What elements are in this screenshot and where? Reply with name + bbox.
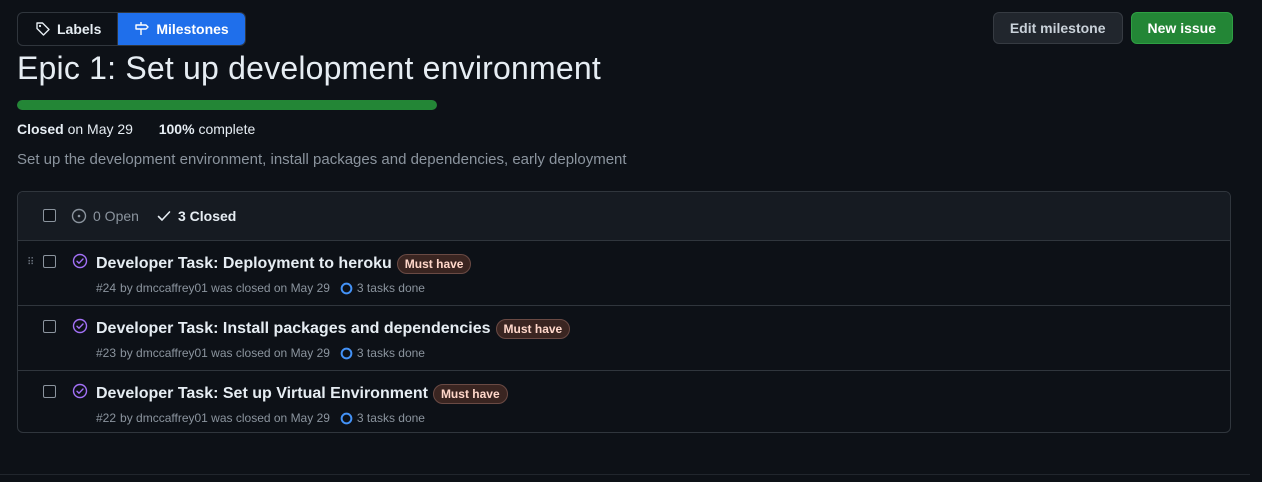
issue-tasks: 3 tasks done [340,281,425,295]
issue-author-line: by dmccaffrey01 was closed on May 29 [120,281,330,295]
issue-number: #22 [96,411,117,425]
issue-tasks-label: 3 tasks done [356,281,425,295]
progress-fill [17,100,437,110]
issue-number: #24 [96,281,117,295]
issue-author-line: by dmccaffrey01 was closed on May 29 [120,346,330,360]
action-buttons: Edit milestone New issue [992,12,1233,44]
closed-issues-filter[interactable]: 3 Closed [156,208,236,224]
issue-label-badge[interactable]: Must have [396,254,472,274]
issue-closed-icon [72,253,88,269]
milestone-complete-label: complete [198,121,256,137]
new-issue-button[interactable]: New issue [1130,12,1233,44]
issue-checkbox[interactable] [43,385,56,398]
issue-number: #23 [96,346,117,360]
check-icon [157,211,171,221]
issue-title-link[interactable]: Developer Task: Deployment to heroku Mus… [96,254,472,274]
labels-milestones-toggle: Labels Milestones [17,12,246,46]
open-issues-count: 0 Open [93,208,139,224]
open-issues-filter[interactable]: 0 Open [71,208,139,224]
issue-meta: #22 by dmccaffrey01 was closed on May 29… [96,411,425,425]
issue-title: Developer Task: Set up Virtual Environme… [96,385,428,402]
issue-row: Developer Task: Install packages and dep… [18,306,1230,371]
tag-icon [36,22,50,36]
issue-checkbox[interactable] [43,255,56,268]
issue-meta: #23 by dmccaffrey01 was closed on May 29… [96,346,425,360]
issue-title-link[interactable]: Developer Task: Set up Virtual Environme… [96,384,508,404]
issue-tasks-label: 3 tasks done [356,411,425,425]
issue-title-link[interactable]: Developer Task: Install packages and dep… [96,319,571,339]
closed-issues-count: 3 Closed [178,208,237,224]
milestone-status: Closed [17,121,64,137]
milestone-closed-date: on May 29 [67,121,133,137]
milestone-progress-bar [17,100,437,110]
milestone-percent: 100% [158,121,195,137]
edit-milestone-button[interactable]: Edit milestone [992,12,1123,44]
issue-label-badge[interactable]: Must have [432,384,508,404]
milestone-icon [135,22,150,35]
divider [0,474,1250,475]
labels-tab[interactable]: Labels [18,13,119,45]
task-progress-icon [340,347,353,359]
milestones-tab[interactable]: Milestones [118,13,245,45]
select-all-checkbox[interactable] [43,209,56,222]
issue-tasks: 3 tasks done [340,346,425,360]
toolbar: Labels Milestones Edit milestone New iss… [17,12,1233,46]
issues-list: 0 Open 3 Closed ⠿ Developer Task: Deploy… [17,191,1231,433]
issue-closed-icon [72,383,88,399]
issues-list-header: 0 Open 3 Closed [18,192,1230,241]
issue-title: Developer Task: Deployment to heroku [96,255,392,272]
task-progress-icon [340,282,353,294]
milestone-meta: Closed on May 29 100% complete [17,121,255,137]
issue-row: ⠿ Developer Task: Deployment to heroku M… [18,241,1230,306]
milestone-title: Epic 1: Set up development environment [17,50,601,86]
issue-row: Developer Task: Set up Virtual Environme… [18,371,1230,432]
issue-open-icon [71,208,87,224]
task-progress-icon [340,412,353,424]
labels-tab-label: Labels [57,21,102,37]
issue-tasks: 3 tasks done [340,411,425,425]
milestones-tab-label: Milestones [156,21,229,37]
issue-checkbox[interactable] [43,320,56,333]
issue-author-line: by dmccaffrey01 was closed on May 29 [120,411,330,425]
milestone-description: Set up the development environment, inst… [17,151,627,168]
issue-tasks-label: 3 tasks done [356,346,425,360]
issue-closed-icon [72,318,88,334]
issue-title: Developer Task: Install packages and dep… [96,320,491,337]
issue-label-badge[interactable]: Must have [495,319,571,339]
issue-meta: #24 by dmccaffrey01 was closed on May 29… [96,281,425,295]
drag-handle-icon[interactable]: ⠿ [27,257,34,268]
